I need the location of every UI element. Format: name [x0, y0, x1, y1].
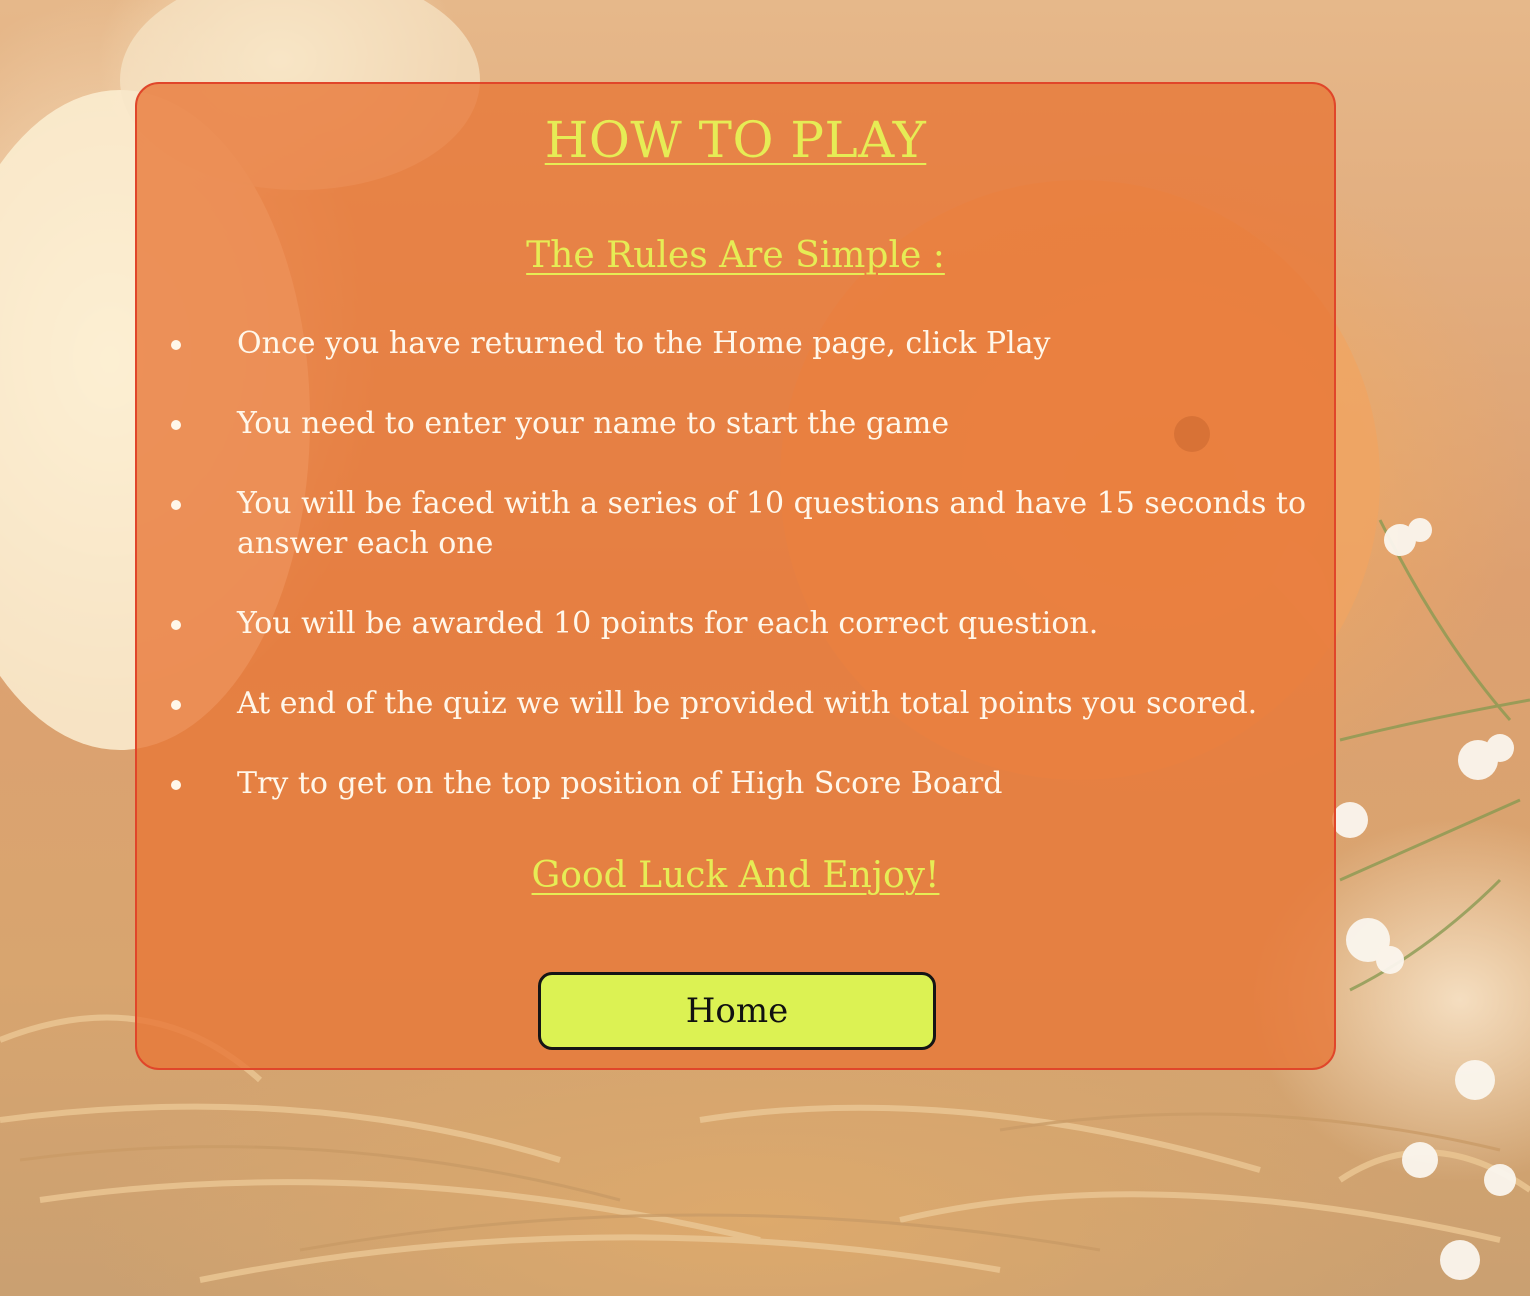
- rule-text: You need to enter your name to start the…: [237, 406, 950, 441]
- rules-list: Once you have returned to the Home page,…: [137, 324, 1317, 844]
- rule-item: At end of the quiz we will be provided w…: [137, 684, 1317, 724]
- bullet-icon: [171, 700, 181, 710]
- closing-message: Good Luck And Enjoy!: [531, 855, 940, 896]
- rule-item: You will be faced with a series of 10 qu…: [137, 484, 1317, 564]
- bullet-icon: [171, 420, 181, 430]
- bullet-icon: [171, 780, 181, 790]
- bullet-icon: [171, 340, 181, 350]
- rule-item: Once you have returned to the Home page,…: [137, 324, 1317, 364]
- how-to-play-panel: HOW TO PLAY The Rules Are Simple : Once …: [135, 82, 1336, 1070]
- rule-text: At end of the quiz we will be provided w…: [237, 686, 1258, 721]
- rule-text: You will be awarded 10 points for each c…: [237, 606, 1099, 641]
- bullet-icon: [171, 500, 181, 510]
- rule-item: You will be awarded 10 points for each c…: [137, 604, 1317, 644]
- rules-subtitle: The Rules Are Simple :: [526, 235, 945, 276]
- home-button[interactable]: Home: [538, 972, 936, 1050]
- rule-text: You will be faced with a series of 10 qu…: [237, 486, 1307, 561]
- page-title: HOW TO PLAY: [544, 111, 927, 169]
- rule-text: Try to get on the top position of High S…: [237, 766, 1003, 801]
- bullet-icon: [171, 620, 181, 630]
- rule-text: Once you have returned to the Home page,…: [237, 326, 1051, 361]
- rule-item: You need to enter your name to start the…: [137, 404, 1317, 444]
- rule-item: Try to get on the top position of High S…: [137, 764, 1317, 804]
